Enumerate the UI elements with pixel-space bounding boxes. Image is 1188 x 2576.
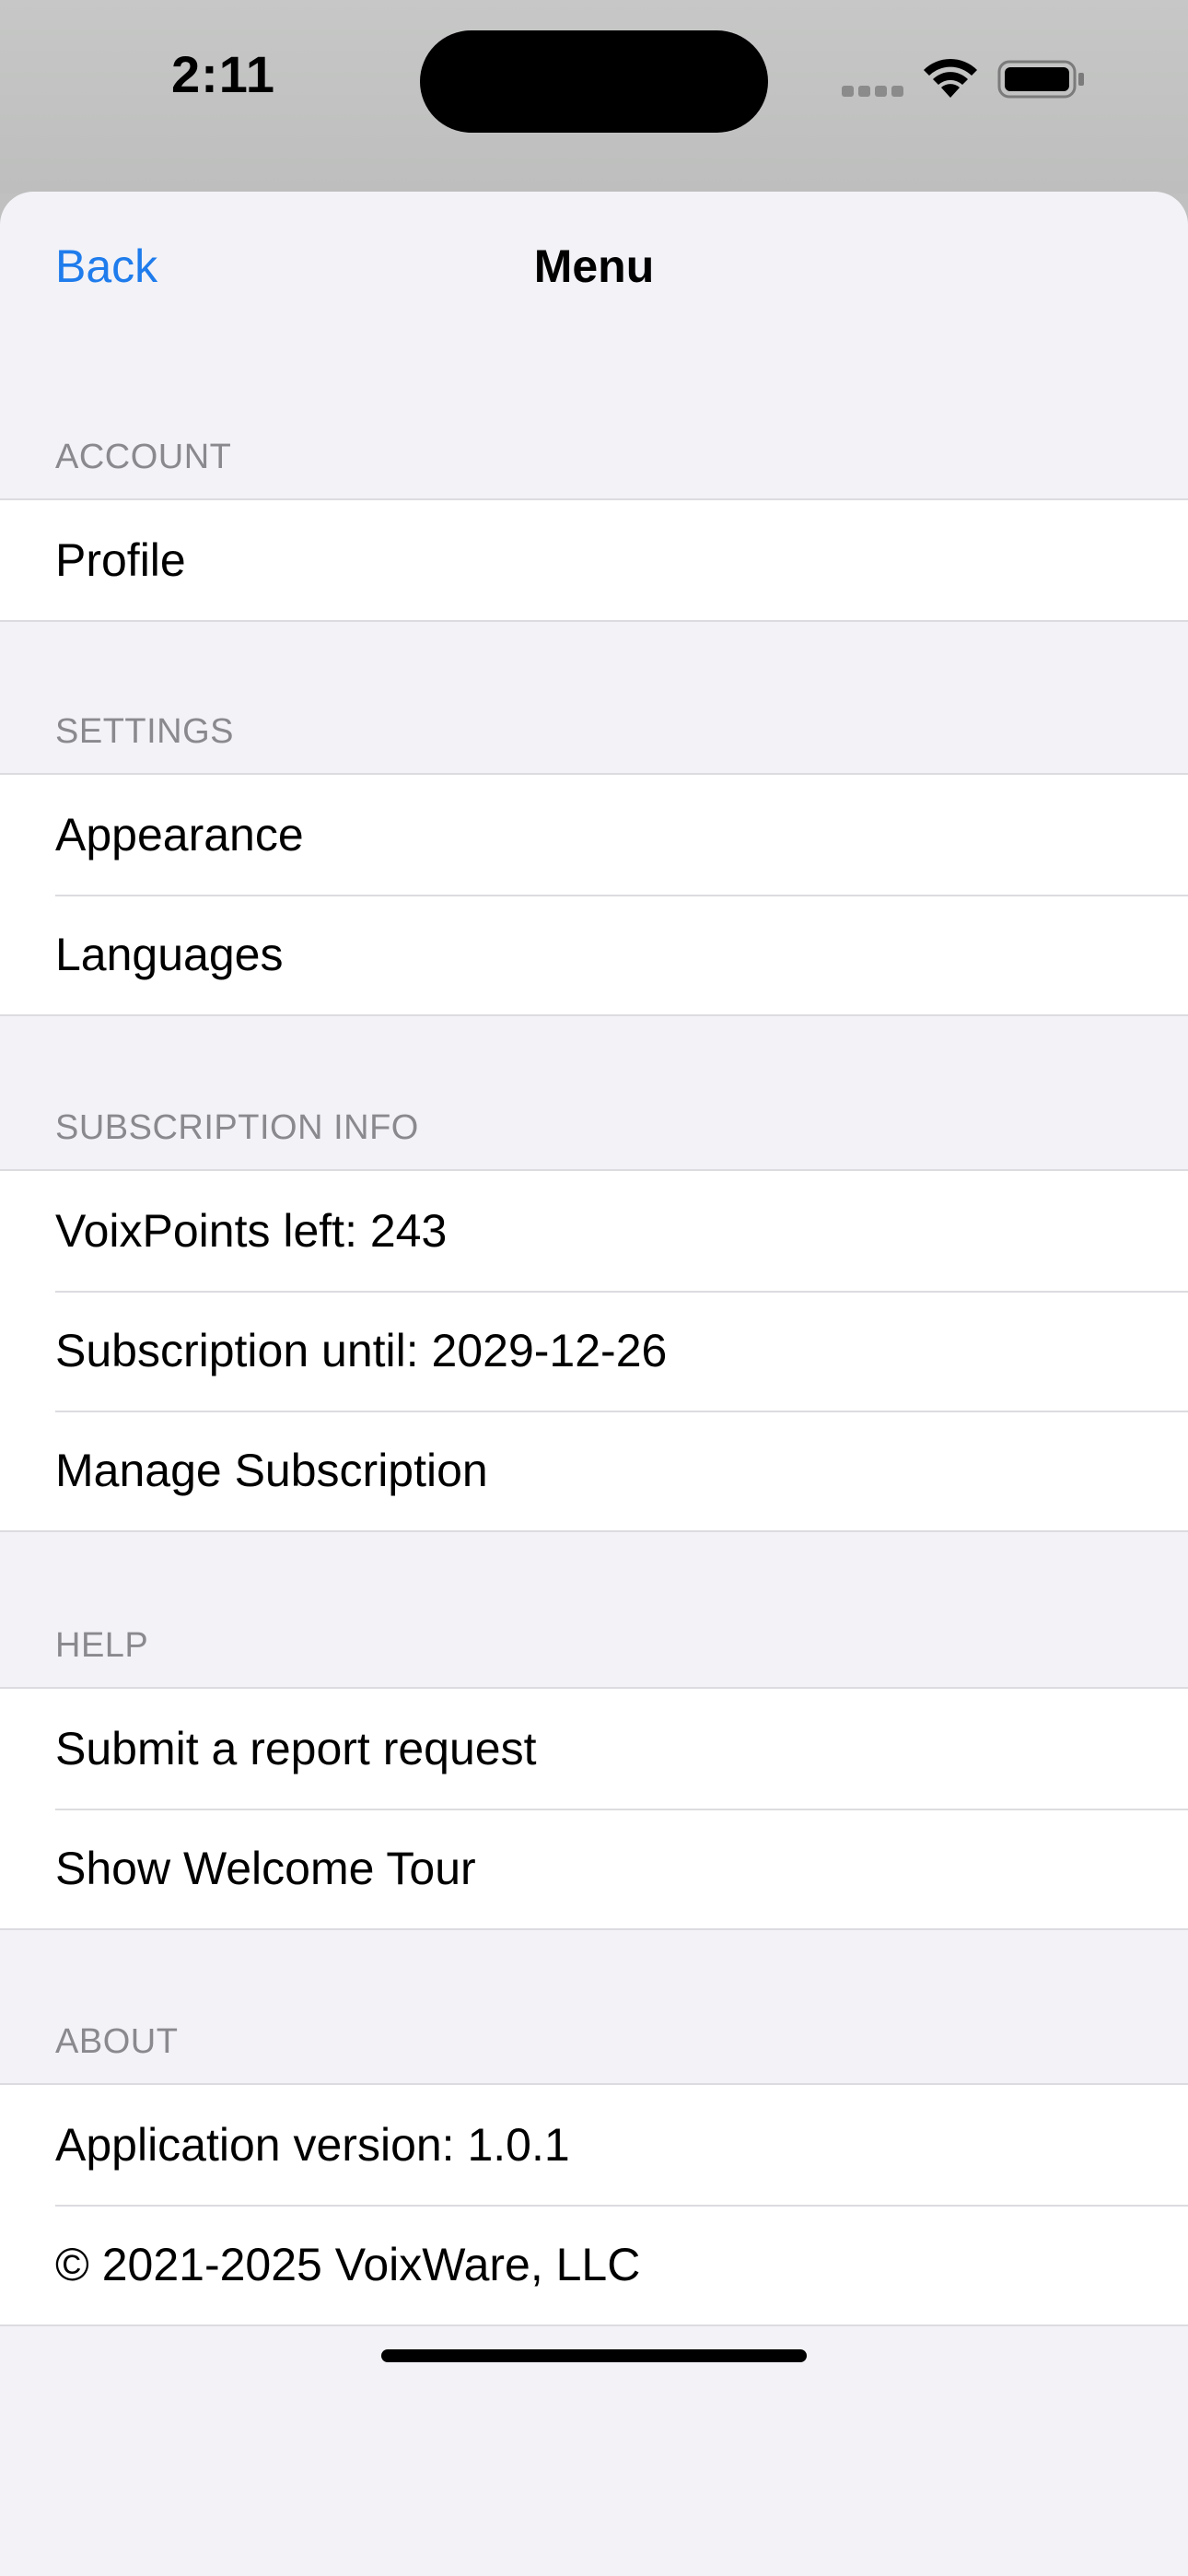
menu-item-copyright: © 2021-2025 VoixWare, LLC	[0, 2205, 1188, 2324]
group-settings: Appearance Languages	[0, 773, 1188, 1016]
menu-item-subscription-until: Subscription until: 2029-12-26	[0, 1291, 1188, 1411]
menu-item-manage-subscription[interactable]: Manage Subscription	[0, 1411, 1188, 1530]
group-help: Submit a report request Show Welcome Tou…	[0, 1687, 1188, 1930]
back-button[interactable]: Back	[55, 240, 157, 293]
menu-item-profile[interactable]: Profile	[0, 500, 1188, 620]
section-header-subscription: SUBSCRIPTION INFO	[55, 1108, 419, 1147]
section-header-account: ACCOUNT	[55, 438, 232, 476]
battery-icon	[997, 60, 1084, 99]
menu-item-app-version: Application version: 1.0.1	[55, 2119, 570, 2171]
menu-item-languages[interactable]: Languages	[0, 895, 1188, 1014]
wifi-icon	[924, 58, 977, 98]
section-header-about: ABOUT	[55, 2022, 179, 2061]
section-header-help: HELP	[55, 1626, 149, 1665]
group-subscription: VoixPoints left: 243 Subscription until:…	[0, 1169, 1188, 1532]
signal-icon	[842, 86, 904, 97]
menu-sheet: Menu Back ACCOUNT Profile SETTINGS Appea…	[0, 192, 1188, 2576]
group-account: Profile	[0, 498, 1188, 622]
page-title: Menu	[533, 240, 655, 292]
menu-item-submit-report[interactable]: Submit a report request	[0, 1689, 1188, 1809]
group-about: Application version: 1.0.1 © 2021-2025 V…	[0, 2083, 1188, 2326]
dynamic-island	[420, 30, 768, 133]
menu-item-voixpoints: VoixPoints left: 243	[55, 1205, 448, 1257]
menu-item-welcome-tour[interactable]: Show Welcome Tour	[0, 1809, 1188, 1928]
menu-item-appearance[interactable]: Appearance	[0, 775, 1188, 895]
home-indicator[interactable]	[381, 2349, 807, 2362]
section-header-settings: SETTINGS	[55, 712, 235, 751]
status-time: 2:11	[171, 45, 275, 103]
status-bar: 2:11	[0, 0, 1188, 193]
